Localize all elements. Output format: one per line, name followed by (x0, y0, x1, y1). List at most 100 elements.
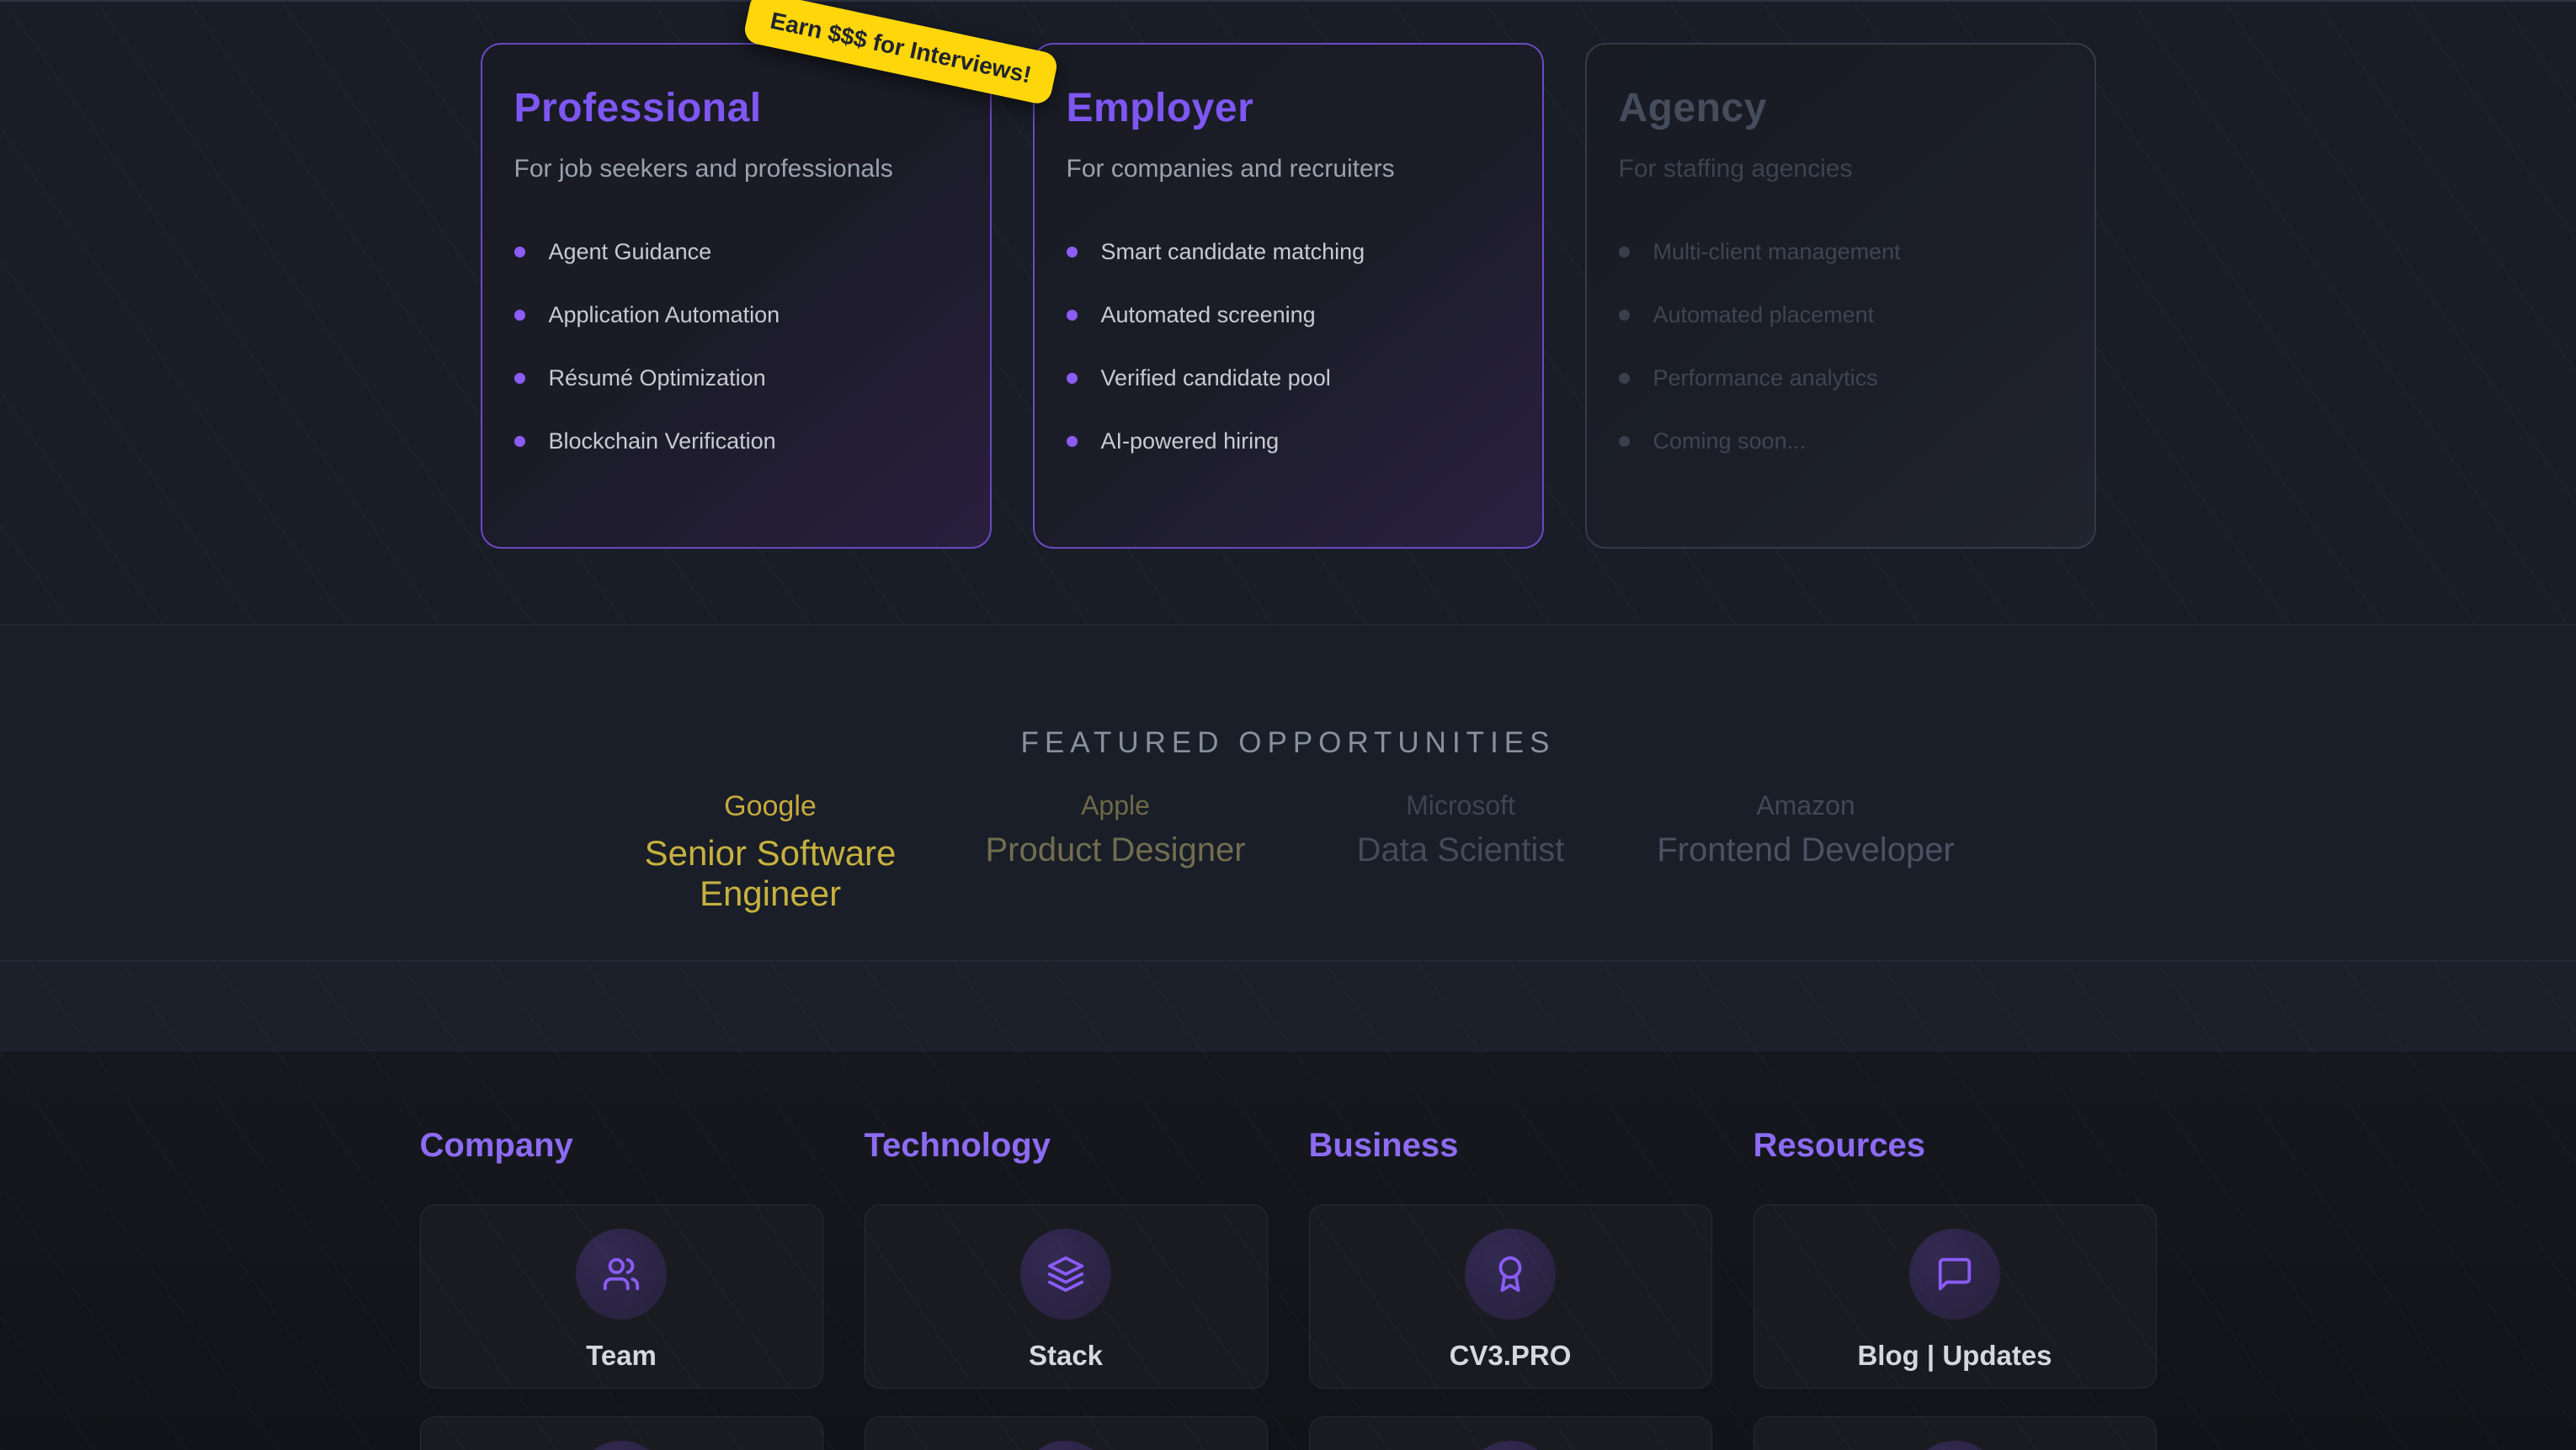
plan-feature: Blockchain Verification (514, 428, 958, 454)
users-icon (602, 1255, 641, 1293)
plan-feature-list: Multi-client management Automated placem… (1619, 239, 2062, 454)
bullet-dot-icon (1619, 247, 1630, 258)
icon-badge (1909, 1441, 2000, 1450)
footer-link-card-team[interactable]: Team (420, 1204, 823, 1389)
plan-feature-list: Agent Guidance Application Automation Ré… (514, 239, 958, 454)
plan-feature-label: Agent Guidance (549, 239, 712, 265)
footer-card-label: Team (586, 1340, 657, 1372)
footer-col-company: Company Team (420, 1125, 823, 1450)
plan-feature: AI-powered hiring (1067, 428, 1510, 454)
footer-col-heading: Business (1309, 1125, 1712, 1166)
footer-col-heading: Company (420, 1125, 823, 1166)
plan-feature-label: Verified candidate pool (1101, 365, 1331, 391)
footer-link-card-blog[interactable]: Blog | Updates (1754, 1204, 2157, 1389)
footer-card-label: Blog | Updates (1857, 1340, 2052, 1372)
section-divider-strip (0, 960, 2576, 1050)
bullet-dot-icon (514, 247, 525, 258)
plan-feature: Automated placement (1619, 302, 2062, 328)
bullet-dot-icon (1067, 436, 1078, 447)
bullet-dot-icon (1619, 373, 1630, 384)
plan-subtitle: For job seekers and professionals (514, 155, 958, 183)
footer-link-card-cv3pro[interactable]: CV3.PRO (1309, 1204, 1712, 1389)
plan-feature-label: AI-powered hiring (1101, 428, 1280, 454)
footer-link-card-partial[interactable] (865, 1416, 1268, 1450)
plan-subtitle: For staffing agencies (1619, 155, 2062, 183)
job-title: Senior Software Engineer (598, 833, 943, 914)
bullet-dot-icon (514, 436, 525, 447)
footer-col-business: Business CV3.PRO (1309, 1125, 1712, 1450)
footer-link-card-partial[interactable] (1754, 1416, 2157, 1450)
plan-feature: Smart candidate matching (1067, 239, 1510, 265)
featured-job-amazon[interactable]: Amazon Frontend Developer (1633, 790, 1978, 914)
plan-feature-label: Smart candidate matching (1101, 239, 1365, 265)
plan-feature-label: Automated screening (1101, 302, 1316, 328)
bullet-dot-icon (514, 310, 525, 321)
bullet-dot-icon (1067, 247, 1078, 258)
landing-page: Earn $$$ for Interviews! Professional Fo… (0, 0, 2576, 1450)
plan-feature-label: Blockchain Verification (549, 428, 776, 454)
plan-feature-label: Coming soon... (1653, 428, 1807, 454)
plan-feature-label: Automated placement (1653, 302, 1875, 328)
bullet-dot-icon (514, 373, 525, 384)
footer-link-card-stack[interactable]: Stack (865, 1204, 1268, 1389)
footer-link-card-partial[interactable] (420, 1416, 823, 1450)
plan-title: Professional (514, 85, 958, 131)
bullet-dot-icon (1067, 310, 1078, 321)
bullet-dot-icon (1619, 436, 1630, 447)
icon-badge (576, 1441, 667, 1450)
plans-section: Earn $$$ for Interviews! Professional Fo… (0, 0, 2576, 624)
plan-feature: Verified candidate pool (1067, 365, 1510, 391)
plan-title: Agency (1619, 85, 2062, 131)
featured-heading: FEATURED OPPORTUNITIES (0, 726, 2576, 760)
footer: Company Team Technology Stack (0, 1050, 2576, 1450)
job-title: Data Scientist (1288, 831, 1633, 869)
footer-columns: Company Team Technology Stack (420, 1125, 2157, 1450)
plan-card-employer[interactable]: Employer For companies and recruiters Sm… (1033, 43, 1544, 549)
plan-feature-label: Résumé Optimization (549, 365, 766, 391)
footer-card-label: CV3.PRO (1450, 1340, 1572, 1372)
icon-badge (576, 1229, 667, 1320)
job-company: Amazon (1633, 790, 1978, 821)
plan-card-agency-disabled: Agency For staffing agencies Multi-clien… (1585, 43, 2096, 549)
job-title: Frontend Developer (1633, 831, 1978, 869)
featured-job-apple[interactable]: Apple Product Designer (943, 790, 1288, 914)
icon-badge (1020, 1229, 1111, 1320)
plan-subtitle: For companies and recruiters (1067, 155, 1510, 183)
footer-col-technology: Technology Stack (865, 1125, 1268, 1450)
award-icon (1491, 1255, 1530, 1293)
plan-title: Employer (1067, 85, 1510, 131)
job-company: Microsoft (1288, 790, 1633, 821)
plan-card-professional[interactable]: Professional For job seekers and profess… (481, 43, 992, 549)
footer-card-label: Stack (1029, 1340, 1103, 1372)
plan-feature-label: Performance analytics (1653, 365, 1878, 391)
plan-feature-label: Application Automation (549, 302, 780, 328)
icon-badge (1909, 1229, 2000, 1320)
plan-feature: Résumé Optimization (514, 365, 958, 391)
featured-opportunities-section: FEATURED OPPORTUNITIES Google Senior Sof… (0, 624, 2576, 960)
featured-jobs-row: Google Senior Software Engineer Apple Pr… (0, 790, 2576, 914)
featured-job-microsoft[interactable]: Microsoft Data Scientist (1288, 790, 1633, 914)
plan-feature: Automated screening (1067, 302, 1510, 328)
plan-feature: Coming soon... (1619, 428, 2062, 454)
footer-col-heading: Resources (1754, 1125, 2157, 1166)
icon-badge (1465, 1229, 1556, 1320)
job-company: Apple (943, 790, 1288, 821)
plan-feature: Performance analytics (1619, 365, 2062, 391)
bullet-dot-icon (1067, 373, 1078, 384)
layers-icon (1046, 1255, 1085, 1293)
footer-col-heading: Technology (865, 1125, 1268, 1166)
plan-feature-list: Smart candidate matching Automated scree… (1067, 239, 1510, 454)
job-title: Product Designer (943, 831, 1288, 869)
message-icon (1935, 1255, 1974, 1293)
job-company: Google (598, 790, 943, 823)
plan-feature: Application Automation (514, 302, 958, 328)
plan-feature: Agent Guidance (514, 239, 958, 265)
plan-feature-label: Multi-client management (1653, 239, 1901, 265)
bullet-dot-icon (1619, 310, 1630, 321)
footer-link-card-partial[interactable] (1309, 1416, 1712, 1450)
featured-job-google[interactable]: Google Senior Software Engineer (598, 790, 943, 914)
plan-feature: Multi-client management (1619, 239, 2062, 265)
icon-badge (1465, 1441, 1556, 1450)
icon-badge (1020, 1441, 1111, 1450)
footer-col-resources: Resources Blog | Updates (1754, 1125, 2157, 1450)
